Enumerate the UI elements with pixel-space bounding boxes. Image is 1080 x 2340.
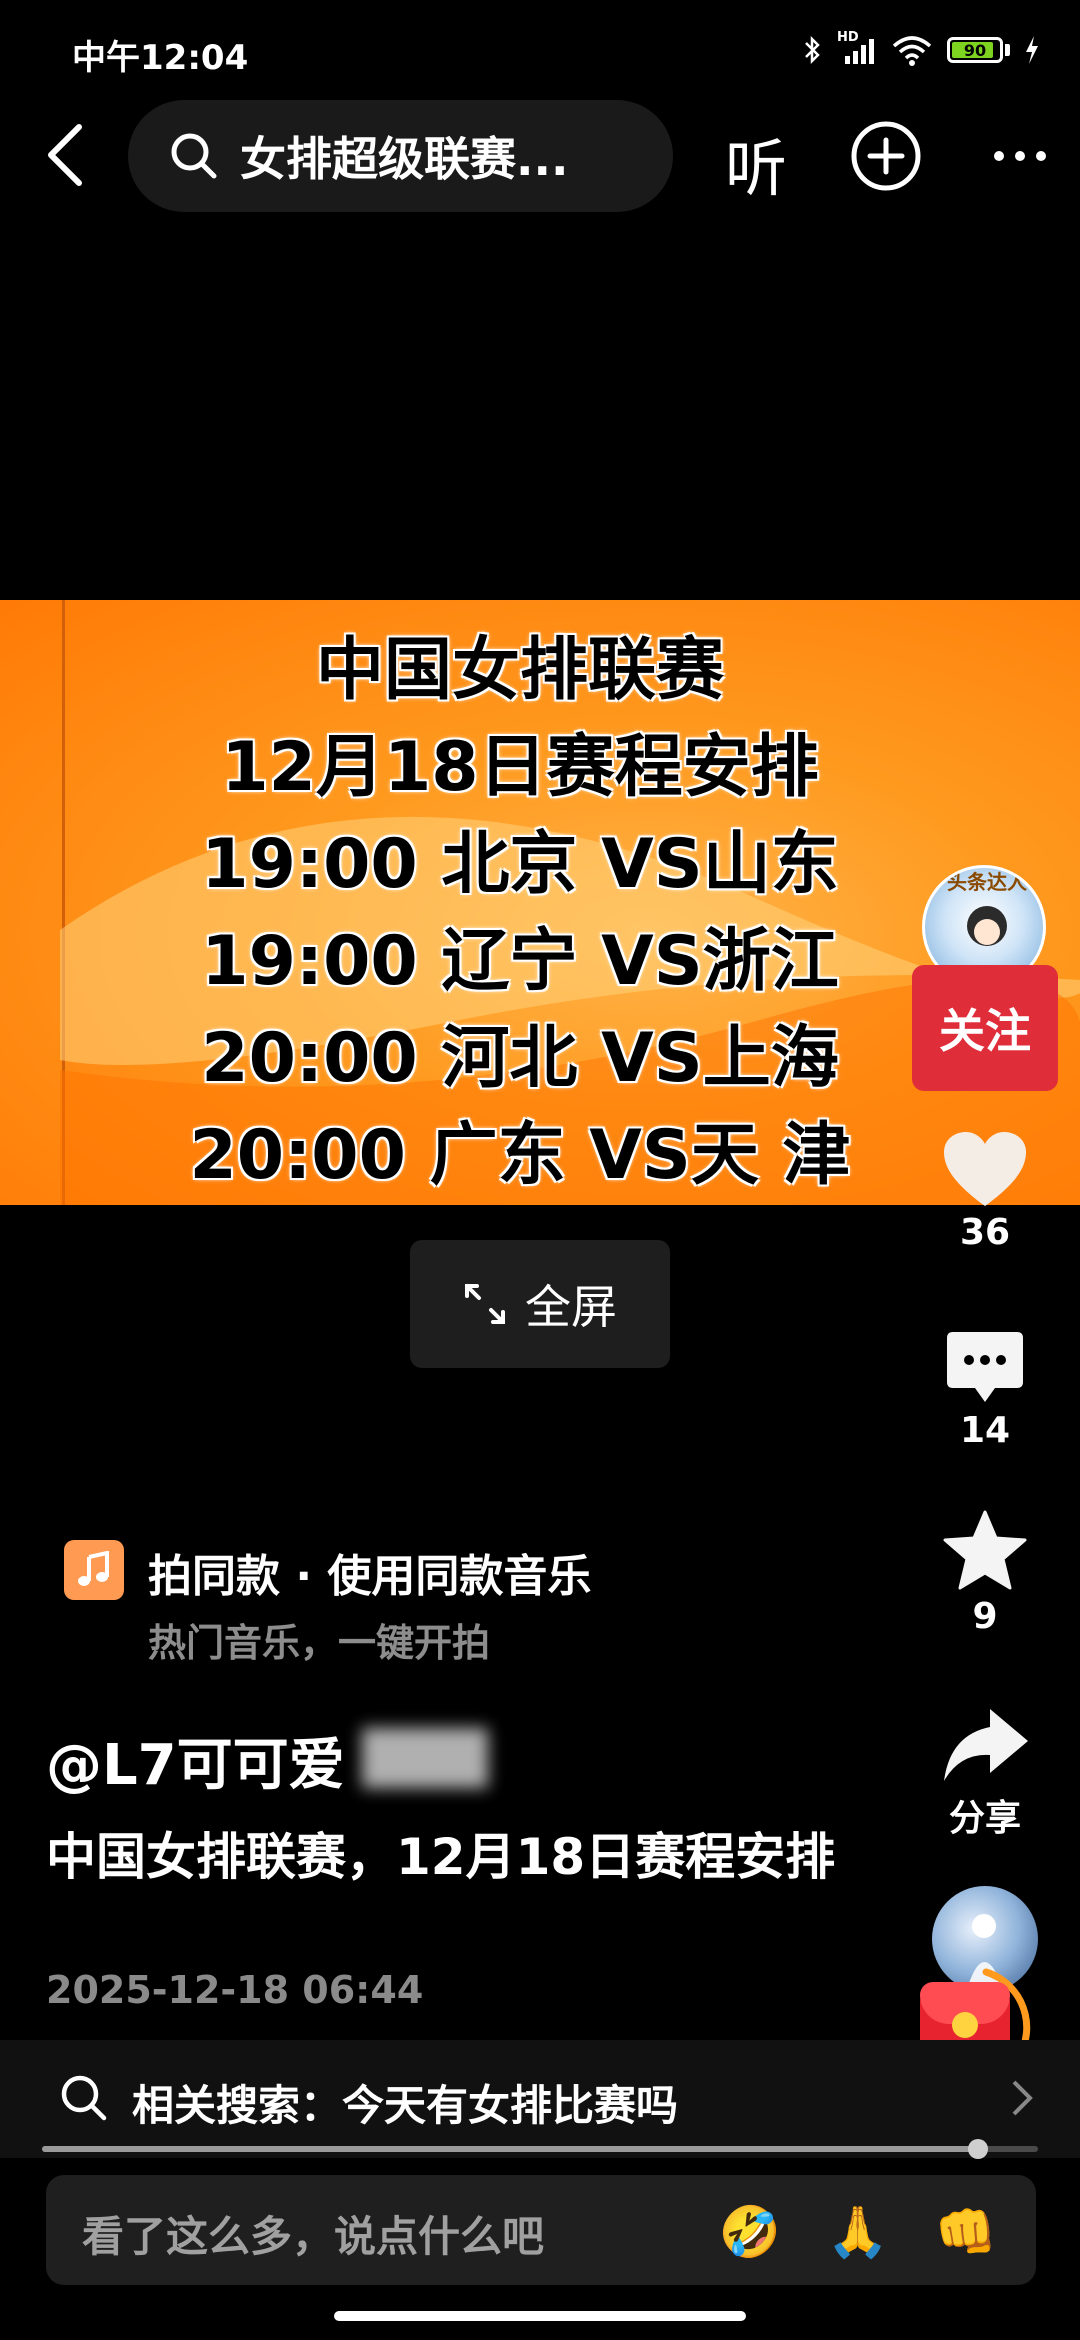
more-button[interactable] (985, 120, 1055, 192)
expand-icon (465, 1284, 505, 1324)
battery-tip (1005, 44, 1010, 56)
status-icons: HD 90 (803, 30, 1040, 70)
search-bar[interactable]: 女排超级联赛... (128, 100, 673, 212)
share-label: 分享 (948, 1798, 1021, 1839)
listen-button[interactable]: 听 (725, 118, 787, 208)
back-arrow-icon (48, 124, 82, 186)
use-same-music-link[interactable]: 拍同款 · 使用同款音乐 (148, 1540, 591, 1604)
charging-icon (1026, 36, 1038, 64)
comment-bubble-icon (947, 1332, 1023, 1402)
video-progress-handle[interactable] (968, 2139, 988, 2159)
battery-icon: 90 (947, 37, 1003, 63)
wifi-icon (892, 36, 932, 66)
laugh-emoji-button[interactable]: 🤣 (718, 2200, 782, 2264)
search-query: 女排超级联赛... (240, 132, 569, 186)
favorite-count: 9 (972, 1596, 998, 1637)
comment-count: 14 (959, 1410, 1011, 1451)
back-button[interactable] (30, 120, 100, 190)
status-bar: 中午12:04 HD 90 (0, 0, 1080, 100)
more-icon (994, 151, 1046, 161)
fullscreen-label: 全屏 (525, 1280, 617, 1334)
banner-line: 12月18日赛程安排 (221, 728, 819, 807)
author-name[interactable]: @L7可可爱 (46, 1720, 345, 1801)
music-subtitle: 热门音乐，一键开拍 (148, 1621, 491, 1665)
comment-button[interactable]: 14 (910, 1330, 1060, 1451)
comment-placeholder: 看了这么多，说点什么吧 (82, 2212, 545, 2261)
follow-button[interactable]: 关注 (912, 965, 1058, 1091)
author-name-redaction (362, 1728, 488, 1788)
star-icon (943, 1510, 1027, 1590)
like-button[interactable]: 36 (910, 1130, 1060, 1253)
home-indicator[interactable] (334, 2311, 746, 2321)
favorite-button[interactable]: 9 (910, 1510, 1060, 1637)
add-button[interactable] (850, 120, 922, 192)
chevron-right-icon (1012, 2080, 1033, 2116)
battery-level: 90 (963, 40, 987, 60)
video-progress-fill (42, 2146, 978, 2152)
music-note-icon[interactable] (64, 1540, 124, 1600)
signal-icon: HD (837, 30, 877, 66)
share-arrow-icon (944, 1709, 1028, 1781)
search-icon (171, 133, 217, 179)
banner-line: 中国女排联赛 (315, 631, 724, 710)
video-player[interactable]: 中国女排联赛 12月18日赛程安排 19:00 北京 VS山东 19:00 辽宁 VS… (0, 600, 1080, 1205)
status-time: 中午12:04 (72, 38, 249, 78)
post-description: 中国女排联赛，12月18日赛程安排 (46, 1828, 836, 1886)
redpacket-coin-icon (952, 2012, 978, 2038)
related-search-label: 相关搜索：今天有女排比赛吗 (132, 2081, 679, 2130)
fullscreen-button[interactable]: 全屏 (410, 1240, 670, 1368)
like-count: 36 (959, 1212, 1011, 1253)
bluetooth-icon (805, 35, 820, 65)
share-button[interactable]: 分享 (910, 1705, 1060, 1841)
pray-emoji-button[interactable]: 🙏 (826, 2200, 890, 2264)
plus-circle-icon (851, 121, 921, 191)
post-timestamp: 2025-12-18 06:44 (46, 1968, 424, 2012)
fist-emoji-button[interactable]: 👊 (934, 2200, 998, 2264)
banner-line: 19:00 北京 VS山东 (201, 825, 839, 904)
banner-text: 中国女排联赛 12月18日赛程安排 19:00 北京 VS山东 19:00 辽宁 VS… (0, 622, 1080, 1204)
related-search-icon (61, 2075, 107, 2121)
heart-icon (944, 1132, 1026, 1206)
